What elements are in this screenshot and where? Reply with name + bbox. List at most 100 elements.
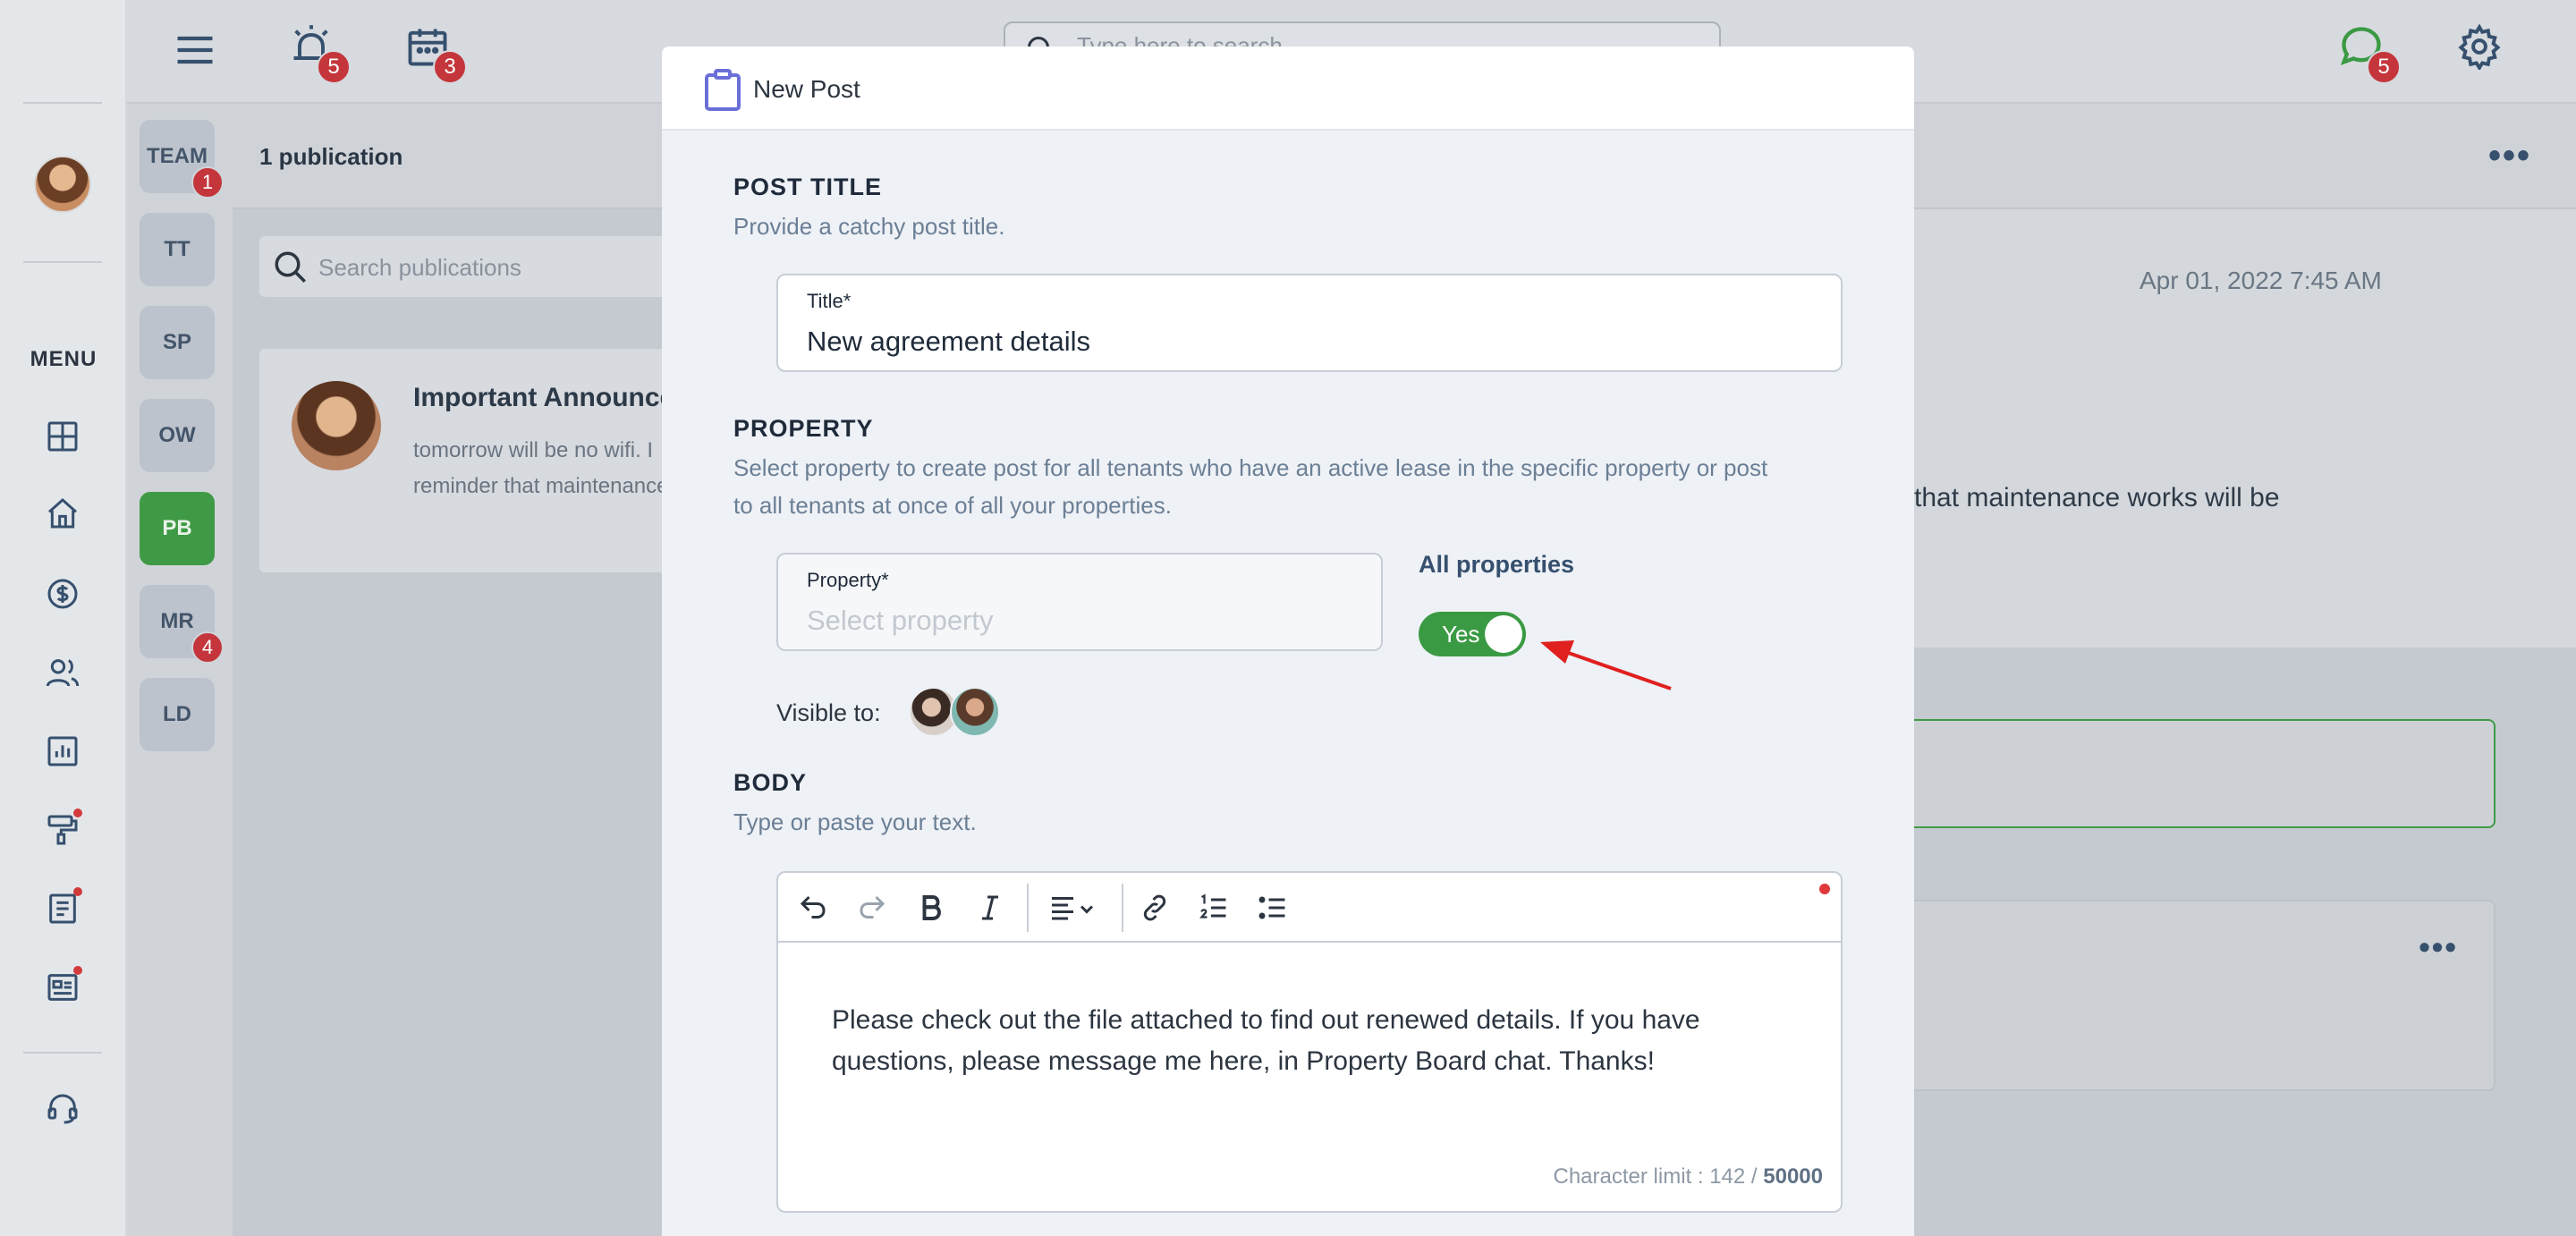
tenant-avatar [950, 687, 1000, 737]
publication-preview: tomorrow will be no wifi. I reminder tha… [413, 433, 671, 504]
preview-line: tomorrow will be no wifi. I [413, 438, 654, 462]
body-editor: Please check out the file attached to fi… [776, 871, 1843, 1213]
toolbar-divider [1027, 884, 1029, 932]
publication-count: 1 publication [259, 143, 403, 170]
left-rail: MENU [0, 0, 127, 1236]
body-heading: BODY [733, 769, 808, 796]
chat-badge: 5 [2367, 50, 2401, 84]
alarm-icon[interactable]: 5 [288, 23, 351, 84]
unsaved-indicator-dot [1819, 884, 1830, 894]
more-options-icon[interactable]: ••• [2488, 136, 2531, 176]
property-select[interactable]: Property* Select property [776, 553, 1383, 651]
comment-input[interactable] [1914, 719, 2496, 828]
bold-icon[interactable] [912, 889, 950, 927]
newspaper-icon[interactable] [45, 966, 82, 1005]
publication-body-text: that maintenance works will be [1914, 483, 2280, 512]
calendar-icon[interactable]: 3 [404, 23, 467, 84]
publication-date: Apr 01, 2022 7:45 AM [2140, 267, 2382, 294]
property-heading: PROPERTY [733, 415, 874, 442]
notification-dot [73, 887, 82, 896]
annotation-arrow-icon [1540, 640, 1672, 690]
rail-divider [23, 261, 102, 263]
modal-header: New Post [662, 47, 1914, 131]
group-label: TEAM [147, 144, 208, 168]
notification-dot [73, 808, 82, 817]
new-post-modal: New Post POST TITLE Provide a catchy pos… [662, 47, 1914, 1236]
group-sp[interactable]: SP [140, 306, 215, 379]
title-field-label: Title* [807, 290, 852, 312]
document-icon[interactable] [45, 887, 82, 927]
visible-to-label: Visible to: [776, 699, 881, 726]
toggle-knob [1485, 615, 1522, 653]
property-field-label: Property* [807, 569, 889, 591]
paint-roller-icon[interactable] [45, 808, 82, 848]
menu-label: MENU [30, 347, 97, 371]
rail-divider [23, 102, 102, 104]
detail-header: ••• [1914, 104, 2576, 209]
group-list: TEAM 1 TT SP OW PB MR 4 LD [127, 104, 233, 1236]
user-avatar[interactable] [34, 156, 91, 213]
group-tt[interactable]: TT [140, 213, 215, 286]
support-headset-icon[interactable] [45, 1091, 80, 1127]
group-label: LD [163, 702, 191, 726]
link-icon[interactable] [1136, 889, 1174, 927]
group-label: MR [160, 609, 194, 633]
publications-search-input[interactable]: Search publications [259, 236, 671, 297]
dollar-icon[interactable] [45, 576, 80, 612]
body-subtitle: Type or paste your text. [733, 808, 977, 835]
property-subtitle-line: Select property to create post for all t… [733, 454, 1768, 481]
more-options-icon[interactable]: ••• [2419, 928, 2458, 966]
bullet-list-icon[interactable] [1254, 889, 1292, 927]
preview-line: reminder that maintenance [413, 474, 669, 498]
attachment-card[interactable]: ••• [1914, 900, 2496, 1091]
align-dropdown-icon[interactable] [1041, 889, 1106, 927]
publication-title: Important Announcement [413, 383, 671, 412]
toggle-text: Yes [1442, 621, 1480, 648]
group-badge: 1 [191, 166, 224, 199]
rail-divider [23, 1052, 102, 1054]
group-mr[interactable]: MR 4 [140, 585, 224, 664]
character-limit-label: Character limit : 142 / [1553, 1164, 1764, 1189]
all-properties-label: All properties [1419, 551, 1575, 578]
search-icon [275, 251, 306, 283]
notification-dot [73, 966, 82, 975]
group-badge: 4 [191, 631, 224, 664]
body-text[interactable]: Please check out the file attached to fi… [832, 1000, 1798, 1082]
calendar-badge: 3 [433, 50, 467, 84]
undo-icon[interactable] [794, 889, 832, 927]
property-subtitle: Select property to create post for all t… [733, 449, 1767, 524]
numbered-list-icon[interactable] [1195, 889, 1233, 927]
group-label: PB [162, 516, 192, 540]
group-label: TT [164, 237, 191, 261]
reports-icon[interactable] [45, 733, 80, 769]
hamburger-menu-icon[interactable] [172, 27, 222, 77]
chat-icon[interactable]: 5 [2338, 23, 2401, 84]
redo-icon[interactable] [853, 889, 891, 927]
group-label: SP [162, 330, 191, 354]
publication-card[interactable]: Important Announcement tomorrow will be … [259, 349, 671, 572]
dashboard-icon[interactable] [45, 419, 80, 454]
group-label: OW [158, 423, 196, 447]
group-ow[interactable]: OW [140, 399, 215, 472]
modal-title: New Post [753, 75, 860, 103]
publications-search-placeholder: Search publications [318, 254, 521, 281]
italic-icon[interactable] [971, 889, 1009, 927]
users-icon[interactable] [45, 655, 80, 690]
group-team[interactable]: TEAM 1 [140, 120, 224, 199]
character-limit: Character limit : 142 / 50000 [1554, 1164, 1824, 1189]
editor-toolbar [778, 873, 1841, 943]
all-properties-toggle[interactable]: Yes [1419, 612, 1526, 656]
settings-gear-icon[interactable] [2456, 23, 2506, 73]
publications-list: Search publications Important Announceme… [233, 209, 671, 1236]
property-field-placeholder: Select property [807, 605, 994, 636]
publication-detail: ••• Apr 01, 2022 7:45 AM that maintenanc… [1914, 104, 2576, 1236]
home-icon[interactable] [45, 495, 80, 531]
group-ld[interactable]: LD [140, 678, 215, 751]
title-field[interactable]: Title* New agreement details [776, 274, 1843, 372]
alerts-badge: 5 [317, 50, 351, 84]
character-limit-max: 50000 [1763, 1164, 1823, 1189]
post-title-heading: POST TITLE [733, 174, 883, 200]
toolbar-divider [1122, 884, 1123, 932]
group-pb[interactable]: PB [140, 492, 215, 565]
clipboard-icon [705, 69, 741, 111]
